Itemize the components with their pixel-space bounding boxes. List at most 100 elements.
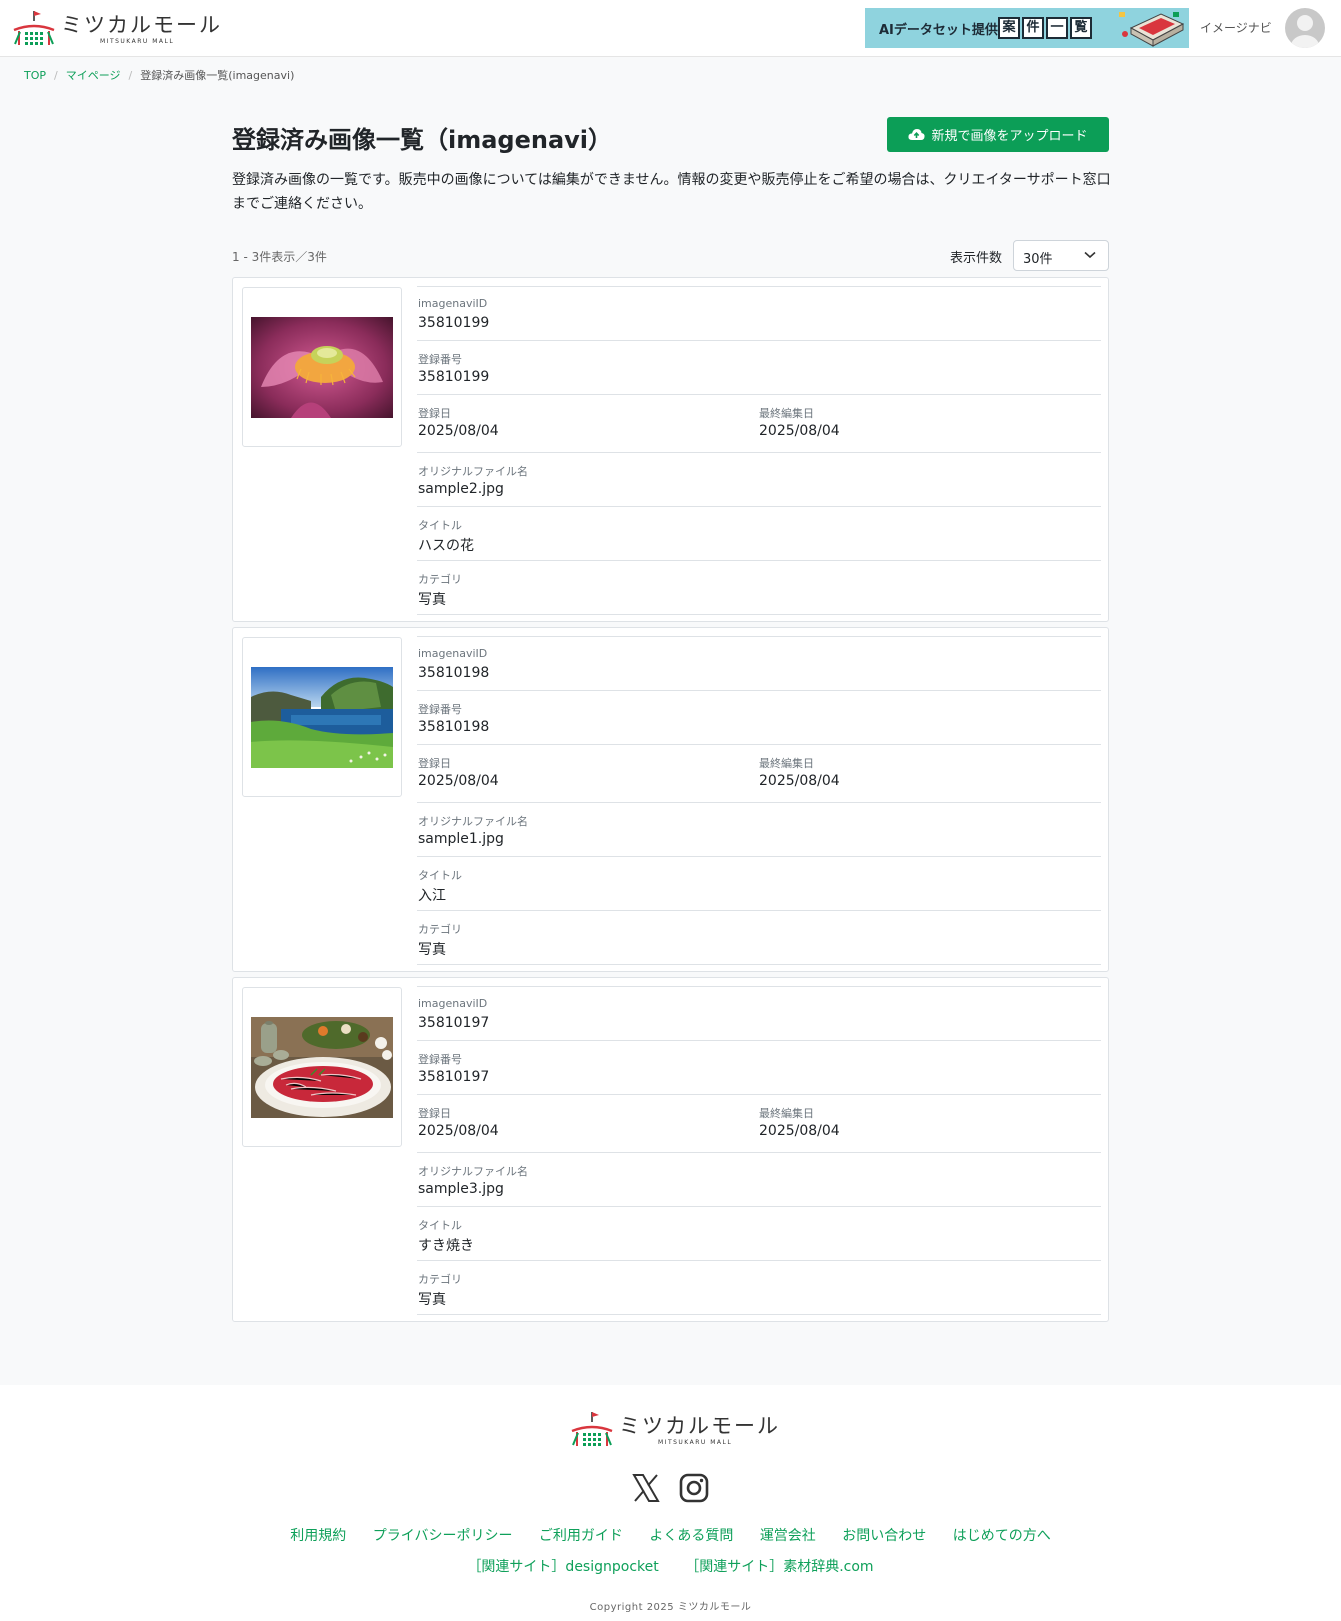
field-label: imagenaviID (418, 647, 488, 660)
per-page-value: 30件 (1023, 252, 1053, 267)
logo-mark-icon (571, 1412, 613, 1446)
chevron-down-icon (1084, 251, 1096, 259)
field-value: sample2.jpg (418, 481, 504, 497)
field-value: 写真 (418, 592, 446, 608)
upload-image-button[interactable]: 新規で画像をアップロード (887, 117, 1109, 152)
field-value: 2025/08/04 (418, 423, 499, 439)
footer-link-faq[interactable]: よくある質問 (649, 1528, 733, 1544)
result-count: 1 - 3件表示／3件 (232, 250, 327, 264)
field-reg-number: 登録番号 35810197 (417, 1041, 1101, 1095)
field-title: タイトル すき焼き (417, 1207, 1101, 1261)
footer-link-guide[interactable]: ご利用ガイド (539, 1528, 623, 1544)
user-name[interactable]: イメージナビ (1200, 19, 1272, 36)
field-value: すき焼き (418, 1238, 474, 1254)
field-title: タイトル 入江 (417, 857, 1101, 911)
field-label: オリジナルファイル名 (418, 465, 528, 478)
field-label: タイトル (418, 869, 462, 882)
upload-button-label: 新規で画像をアップロード (931, 129, 1088, 144)
footer-related-nav: ［関連サイト］designpocket ［関連サイト］素材辞典.com (0, 1556, 1341, 1576)
field-label: タイトル (418, 519, 462, 532)
footer-link-company[interactable]: 運営会社 (760, 1528, 816, 1544)
field-reg-number: 登録番号 35810199 (417, 341, 1101, 395)
field-value: 35810199 (418, 369, 490, 385)
banner-box-1: 案 (998, 17, 1020, 39)
footer-nav: 利用規約 プライバシーポリシー ご利用ガイド よくある質問 運営会社 お問い合わ… (0, 1525, 1341, 1545)
field-title: タイトル ハスの花 (417, 507, 1101, 561)
site-header: ミツカルモール MITSUKARU MALL AIデータセット提供 案 件 一 … (0, 0, 1341, 57)
field-value: 写真 (418, 942, 446, 958)
breadcrumb-mypage[interactable]: マイページ (66, 69, 121, 82)
field-value: 2025/08/04 (759, 423, 840, 439)
footer-link-sozaijiten[interactable]: ［関連サイト］素材辞典.com (685, 1559, 873, 1575)
field-label: 最終編集日 (759, 1107, 814, 1120)
field-dates: 登録日 2025/08/04 最終編集日 2025/08/04 (417, 395, 1101, 453)
instagram-icon[interactable] (679, 1473, 709, 1503)
banner-illustration-icon (1117, 10, 1187, 48)
image-details: imagenaviID 35810199 登録番号 35810199 登録日 2… (417, 286, 1101, 615)
field-label: 最終編集日 (759, 407, 814, 420)
field-value: 35810198 (418, 665, 490, 681)
field-imagenavi-id: imagenaviID 35810199 (417, 287, 1101, 341)
thumbnail-frame[interactable] (242, 287, 402, 447)
field-imagenavi-id: imagenaviID 35810198 (417, 637, 1101, 691)
breadcrumb-separator: / (54, 69, 58, 82)
page-title: 登録済み画像一覧（imagenavi） (232, 126, 613, 154)
footer-link-beginners[interactable]: はじめての方へ (953, 1528, 1051, 1544)
banner-box-4: 覧 (1070, 17, 1092, 39)
image-card[interactable]: imagenaviID 35810198 登録番号 35810198 登録日 2… (232, 627, 1109, 972)
ai-dataset-banner[interactable]: AIデータセット提供 案 件 一 覧 (865, 8, 1189, 48)
image-details: imagenaviID 35810198 登録番号 35810198 登録日 2… (417, 636, 1101, 965)
logo-subtext: MITSUKARU MALL (100, 38, 175, 45)
per-page-label: 表示件数 (950, 251, 1003, 266)
field-label: カテゴリ (418, 1273, 462, 1286)
field-label: オリジナルファイル名 (418, 1165, 528, 1178)
breadcrumb-separator: / (128, 69, 133, 82)
x-icon[interactable] (631, 1473, 661, 1503)
image-card[interactable]: imagenaviID 35810197 登録番号 35810197 登録日 2… (232, 977, 1109, 1322)
site-footer: ミツカルモール MITSUKARU MALL 利用規約 プライバシーポリシー ご… (0, 1385, 1341, 1621)
field-category: カテゴリ 写真 (417, 1261, 1101, 1315)
field-value: 2025/08/04 (759, 773, 840, 789)
field-label: 登録日 (418, 757, 451, 770)
banner-box-3: 一 (1046, 17, 1068, 39)
field-value: 入江 (418, 888, 446, 904)
footer-link-designpocket[interactable]: ［関連サイト］designpocket (467, 1559, 658, 1575)
field-label: オリジナルファイル名 (418, 815, 528, 828)
field-filename: オリジナルファイル名 sample2.jpg (417, 453, 1101, 507)
footer-link-contact[interactable]: お問い合わせ (842, 1528, 926, 1544)
copyright: Copyright 2025 ミツカルモール (589, 1602, 752, 1613)
user-avatar[interactable] (1285, 8, 1325, 48)
field-label: カテゴリ (418, 923, 462, 936)
field-value: 35810198 (418, 719, 490, 735)
footer-link-terms[interactable]: 利用規約 (290, 1528, 346, 1544)
image-card[interactable]: imagenaviID 35810199 登録番号 35810199 登録日 2… (232, 277, 1109, 622)
field-label: imagenaviID (418, 997, 488, 1010)
field-value: 35810197 (418, 1069, 490, 1085)
intro-text: 登録済み画像の一覧です。販売中の画像については編集ができません。情報の変更や販売… (232, 172, 1111, 212)
field-value: sample3.jpg (418, 1181, 504, 1197)
breadcrumb-top[interactable]: TOP (24, 69, 46, 82)
field-value: 2025/08/04 (418, 773, 499, 789)
avatar-person-icon (1291, 15, 1319, 48)
thumbnail-sukiyaki-image (251, 1017, 393, 1118)
thumbnail-frame[interactable] (242, 637, 402, 797)
site-logo[interactable]: ミツカルモール MITSUKARU MALL (12, 8, 220, 48)
breadcrumb-current: 登録済み画像一覧(imagenavi) (140, 69, 295, 82)
footer-logo[interactable]: ミツカルモール MITSUKARU MALL (570, 1409, 778, 1449)
logo-text: ミツカルモール (619, 1414, 780, 1438)
thumbnail-inlet-image (251, 667, 393, 768)
banner-box-2: 件 (1022, 17, 1044, 39)
field-label: imagenaviID (418, 297, 488, 310)
thumbnail-frame[interactable] (242, 987, 402, 1147)
field-label: 登録番号 (418, 703, 462, 716)
per-page-select[interactable]: 30件 (1013, 240, 1109, 271)
field-value: 35810199 (418, 315, 490, 331)
footer-link-privacy[interactable]: プライバシーポリシー (373, 1528, 513, 1544)
field-value: 35810197 (418, 1015, 490, 1031)
cloud-upload-icon (908, 129, 926, 140)
field-label: 登録番号 (418, 353, 462, 366)
field-category: カテゴリ 写真 (417, 911, 1101, 965)
field-value: 2025/08/04 (759, 1123, 840, 1139)
field-label: 登録日 (418, 407, 451, 420)
field-reg-number: 登録番号 35810198 (417, 691, 1101, 745)
